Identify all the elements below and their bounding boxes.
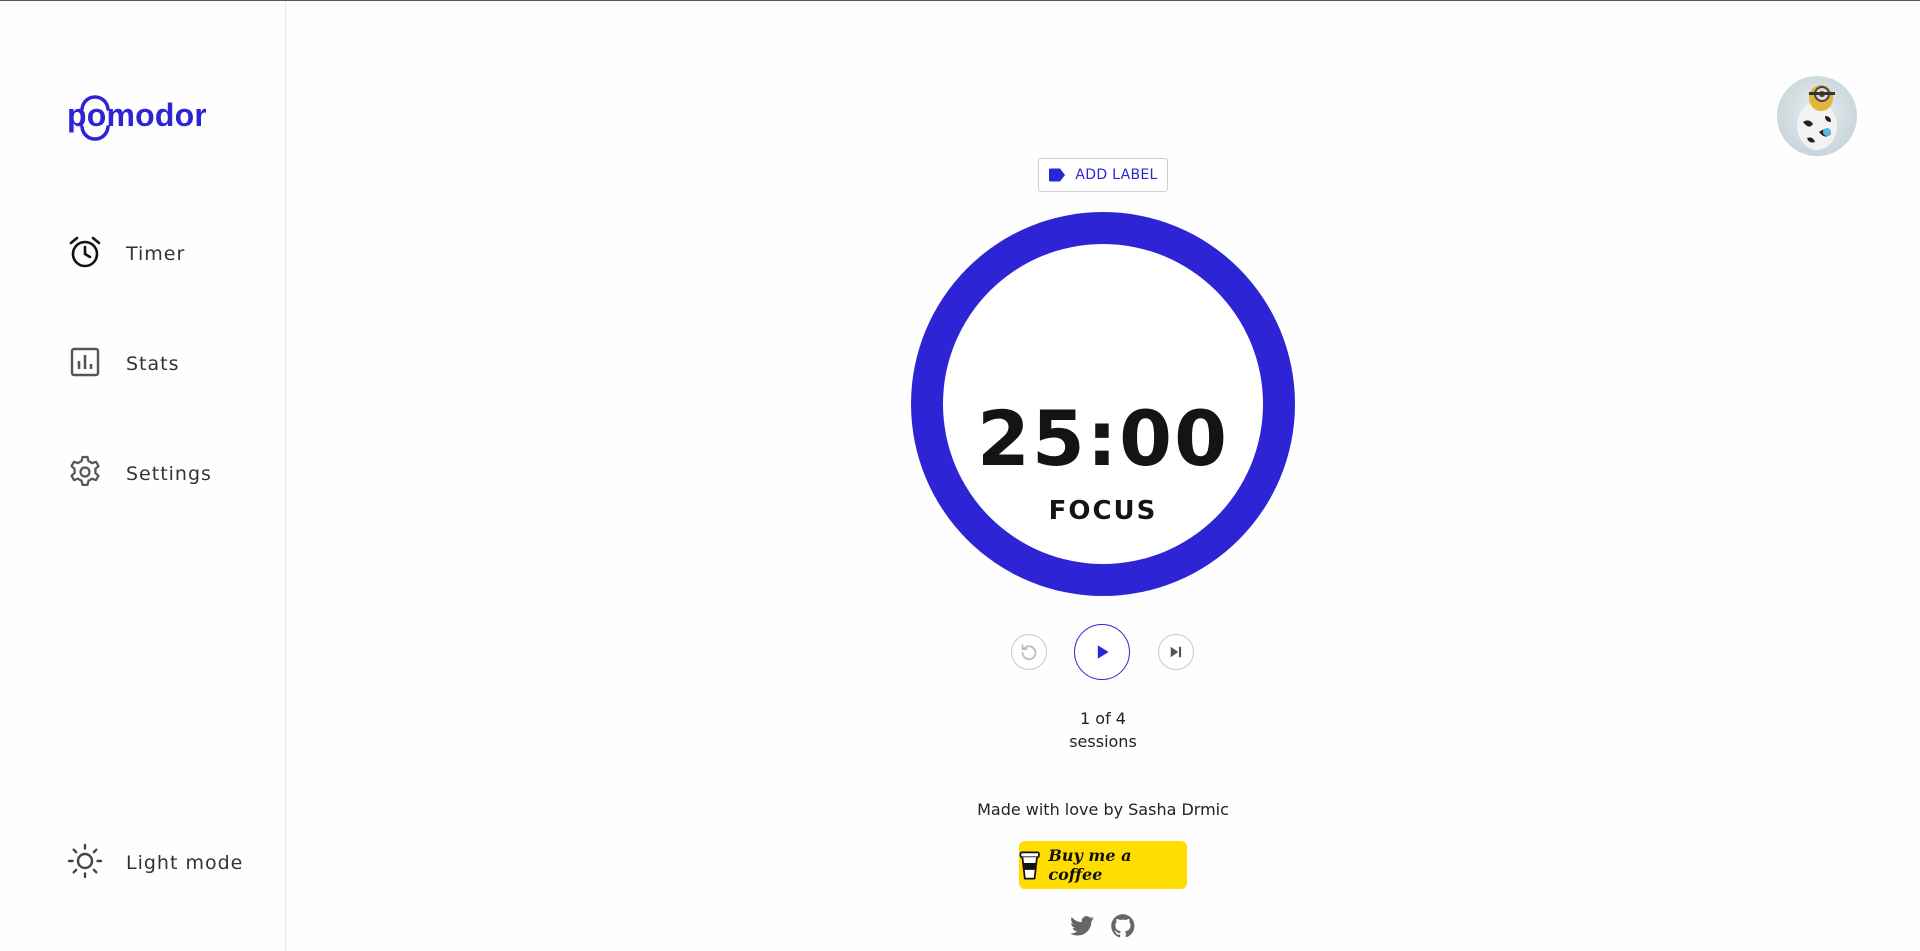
sidebar-item-stats[interactable]: Stats xyxy=(66,344,180,384)
reset-button[interactable] xyxy=(1011,634,1047,670)
session-counter: 1 of 4 sessions xyxy=(1000,707,1206,753)
play-button[interactable] xyxy=(1074,624,1130,680)
user-avatar[interactable] xyxy=(1777,76,1857,156)
bar-chart-icon xyxy=(66,343,104,385)
logo-text: pomodor xyxy=(67,97,206,133)
add-label-text: ADD LABEL xyxy=(1075,167,1158,183)
twitter-link[interactable] xyxy=(1069,913,1095,939)
sidebar-item-label: Settings xyxy=(126,463,212,485)
alarm-clock-icon xyxy=(66,233,104,275)
app-page: pomodor Timer Stats Settings Light mode … xyxy=(0,0,1920,951)
timer-mode-label: FOCUS xyxy=(1048,496,1158,526)
light-mode-toggle[interactable]: Light mode xyxy=(66,843,243,883)
coffee-cup-icon xyxy=(1019,851,1040,880)
skip-next-icon xyxy=(1170,646,1182,658)
timer-progress-ring: 25:00 FOCUS xyxy=(911,212,1295,596)
skip-button[interactable] xyxy=(1158,634,1194,670)
gear-icon xyxy=(66,453,104,495)
play-icon xyxy=(1097,645,1109,659)
buy-me-a-coffee-button[interactable]: Buy me a coffee xyxy=(1019,841,1187,889)
pomodor-logo[interactable]: pomodor xyxy=(66,89,207,145)
sidebar-item-settings[interactable]: Settings xyxy=(66,454,212,494)
github-icon xyxy=(1111,914,1135,938)
sun-icon xyxy=(66,842,104,884)
sidebar-item-label: Stats xyxy=(126,353,180,375)
credit-text: Made with love by Sasha Drmic xyxy=(977,800,1229,819)
timer-face: 25:00 FOCUS xyxy=(943,244,1263,564)
label-tag-icon xyxy=(1049,168,1066,182)
sidebar-item-timer[interactable]: Timer xyxy=(66,234,185,274)
sidebar: pomodor Timer Stats Settings Light mode xyxy=(0,1,286,951)
twitter-icon xyxy=(1070,916,1094,936)
coffee-label: Buy me a coffee xyxy=(1048,846,1132,884)
reset-icon xyxy=(1021,644,1037,661)
github-link[interactable] xyxy=(1110,913,1136,939)
session-count-label: sessions xyxy=(1069,732,1137,751)
session-count-value: 1 of 4 xyxy=(1080,709,1126,728)
sidebar-item-label: Timer xyxy=(126,243,186,265)
light-mode-label: Light mode xyxy=(126,852,244,874)
timer-display: 25:00 xyxy=(977,394,1229,483)
add-label-button[interactable]: ADD LABEL xyxy=(1038,158,1168,192)
